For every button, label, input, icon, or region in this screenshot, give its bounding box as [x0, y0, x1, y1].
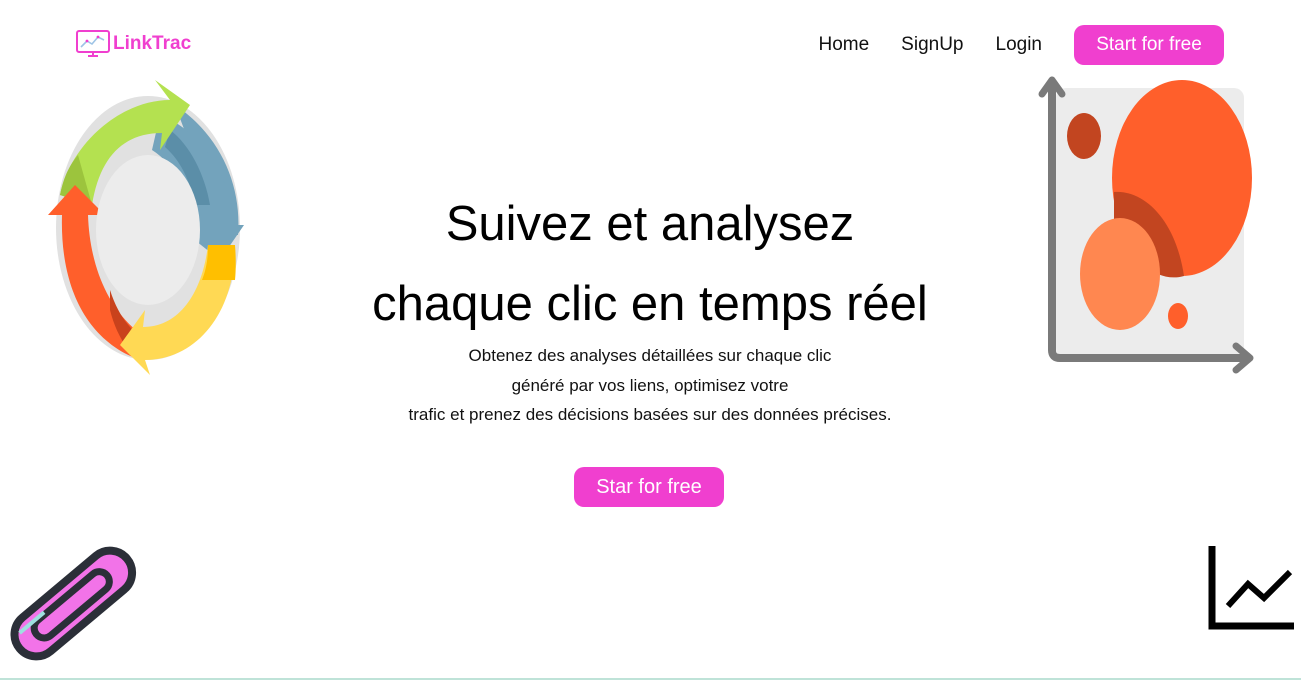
- nav-start-free-button[interactable]: Start for free: [1074, 25, 1224, 65]
- landing-page: LinkTrac Home SignUp Login Start for fre…: [0, 0, 1301, 680]
- nav-signup-link[interactable]: SignUp: [901, 25, 963, 65]
- monitor-chart-icon: [76, 30, 110, 57]
- hero-title: Suivez et analysez chaque clic en temps …: [250, 184, 1050, 344]
- hero-subtitle-line-2: généré par vos liens, optimisez votre: [511, 375, 789, 395]
- brand-logo[interactable]: LinkTrac: [76, 30, 191, 58]
- paperclip-icon: [10, 546, 137, 661]
- hero-subtitle-line-1: Obtenez des analyses détaillées sur chaq…: [468, 346, 832, 365]
- hero-subtitle: Obtenez des analyses détaillées sur chaq…: [300, 341, 1000, 430]
- hero-title-line-1: Suivez et analysez: [445, 197, 855, 251]
- brand-name: LinkTrac: [113, 33, 192, 54]
- hero-start-free-button[interactable]: Star for free: [574, 467, 724, 507]
- main-nav: Home SignUp Login Start for free: [786, 25, 1224, 65]
- bubble-chart-icon: [1038, 76, 1254, 374]
- hero-title-line-2: chaque clic en temps réel: [372, 277, 928, 331]
- nav-home-link[interactable]: Home: [818, 25, 869, 65]
- hero-subtitle-line-3: trafic et prenez des décisions basées su…: [408, 405, 892, 424]
- cycle-arrows-icon: [48, 80, 244, 375]
- line-chart-icon: [1208, 546, 1294, 630]
- nav-login-link[interactable]: Login: [996, 25, 1043, 65]
